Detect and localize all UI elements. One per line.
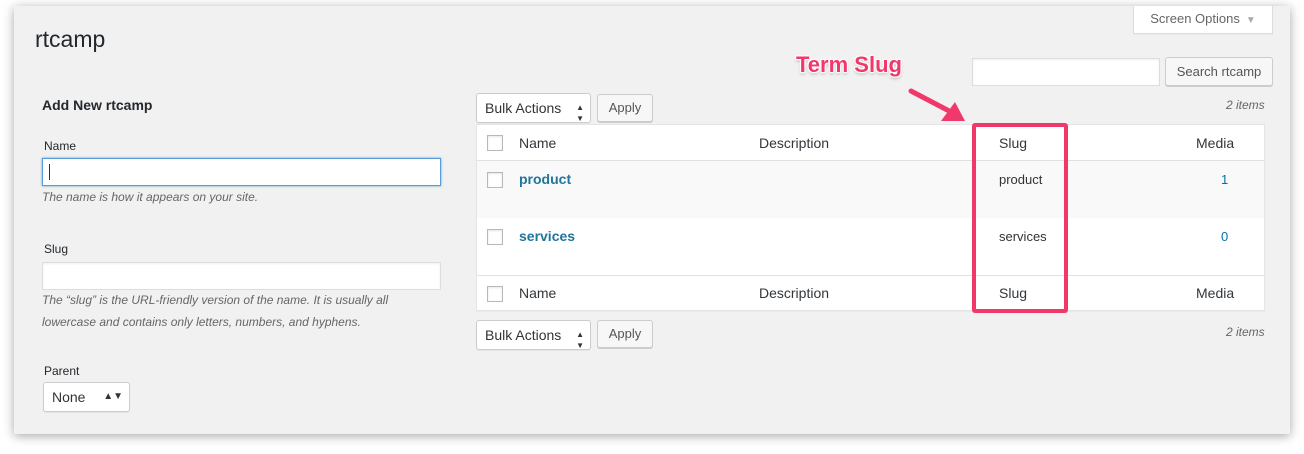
slug-help-text: The “slug” is the URL-friendly version o… [42, 289, 388, 333]
items-count-bottom: 2 items [1226, 325, 1265, 339]
column-header-name[interactable]: Name [519, 135, 556, 151]
callout-arrow-icon [908, 88, 965, 121]
column-header-media[interactable]: Media [1196, 135, 1234, 151]
column-footer-name[interactable]: Name [519, 285, 556, 301]
slug-field[interactable] [42, 262, 441, 290]
column-header-description[interactable]: Description [759, 135, 829, 151]
slug-help-line-1: The “slug” is the URL-friendly version o… [42, 293, 389, 307]
page-title: rtcamp [35, 26, 106, 52]
term-media-count[interactable]: 0 [1221, 229, 1228, 244]
up-down-arrows-icon: ▲▼ [576, 103, 584, 123]
up-down-arrows-icon: ▲▼ [103, 391, 123, 402]
parent-select[interactable]: None ▲▼ [43, 382, 130, 412]
parent-label: Parent [44, 364, 80, 378]
name-label: Name [44, 139, 77, 153]
term-slug-callout: Term Slug [796, 52, 902, 77]
table-row: services services 0 [477, 218, 1264, 275]
select-all-checkbox[interactable] [487, 135, 503, 151]
slug-help-line-2: lowercase and contains only letters, num… [42, 315, 361, 329]
select-all-checkbox-bottom[interactable] [487, 286, 503, 302]
up-down-arrows-icon: ▲▼ [576, 330, 584, 350]
apply-button-bottom[interactable]: Apply [597, 320, 653, 348]
name-help-text: The name is how it appears on your site. [42, 190, 259, 204]
search-input[interactable] [972, 58, 1160, 86]
slug-column-highlight [972, 123, 1068, 313]
search-button[interactable]: Search rtcamp [1165, 57, 1273, 86]
bulk-actions-select-top[interactable]: Bulk Actions ▲ ▼ [476, 93, 591, 123]
name-field[interactable] [42, 158, 441, 186]
bulk-actions-select-bottom[interactable]: Bulk Actions ▲ ▼ [476, 320, 591, 350]
bulk-actions-label-top: Bulk Actions [485, 100, 562, 116]
column-footer-description[interactable]: Description [759, 285, 829, 301]
bulk-actions-label-bottom: Bulk Actions [485, 327, 562, 343]
terms-table: Name Description Slug Media product prod… [476, 124, 1265, 311]
term-media-count[interactable]: 1 [1221, 172, 1228, 187]
parent-select-value: None [52, 389, 86, 405]
apply-button-top[interactable]: Apply [597, 94, 653, 122]
screen-options-label: Screen Options [1150, 11, 1240, 26]
screen-options-tab[interactable]: Screen Options ▼ [1133, 6, 1273, 34]
add-new-heading: Add New rtcamp [42, 97, 153, 113]
text-caret [49, 164, 50, 180]
slug-label: Slug [44, 242, 69, 256]
table-footer-row: Name Description Slug Media [477, 275, 1264, 311]
table-row: product product 1 [477, 161, 1264, 218]
row-checkbox[interactable] [487, 172, 503, 188]
table-header-row: Name Description Slug Media [477, 125, 1264, 161]
triangle-down-icon: ▼ [1245, 15, 1256, 26]
term-name-link[interactable]: services [519, 228, 575, 244]
term-name-link[interactable]: product [519, 171, 571, 187]
items-count-top: 2 items [1226, 98, 1265, 112]
row-checkbox[interactable] [487, 229, 503, 245]
column-footer-media[interactable]: Media [1196, 285, 1234, 301]
